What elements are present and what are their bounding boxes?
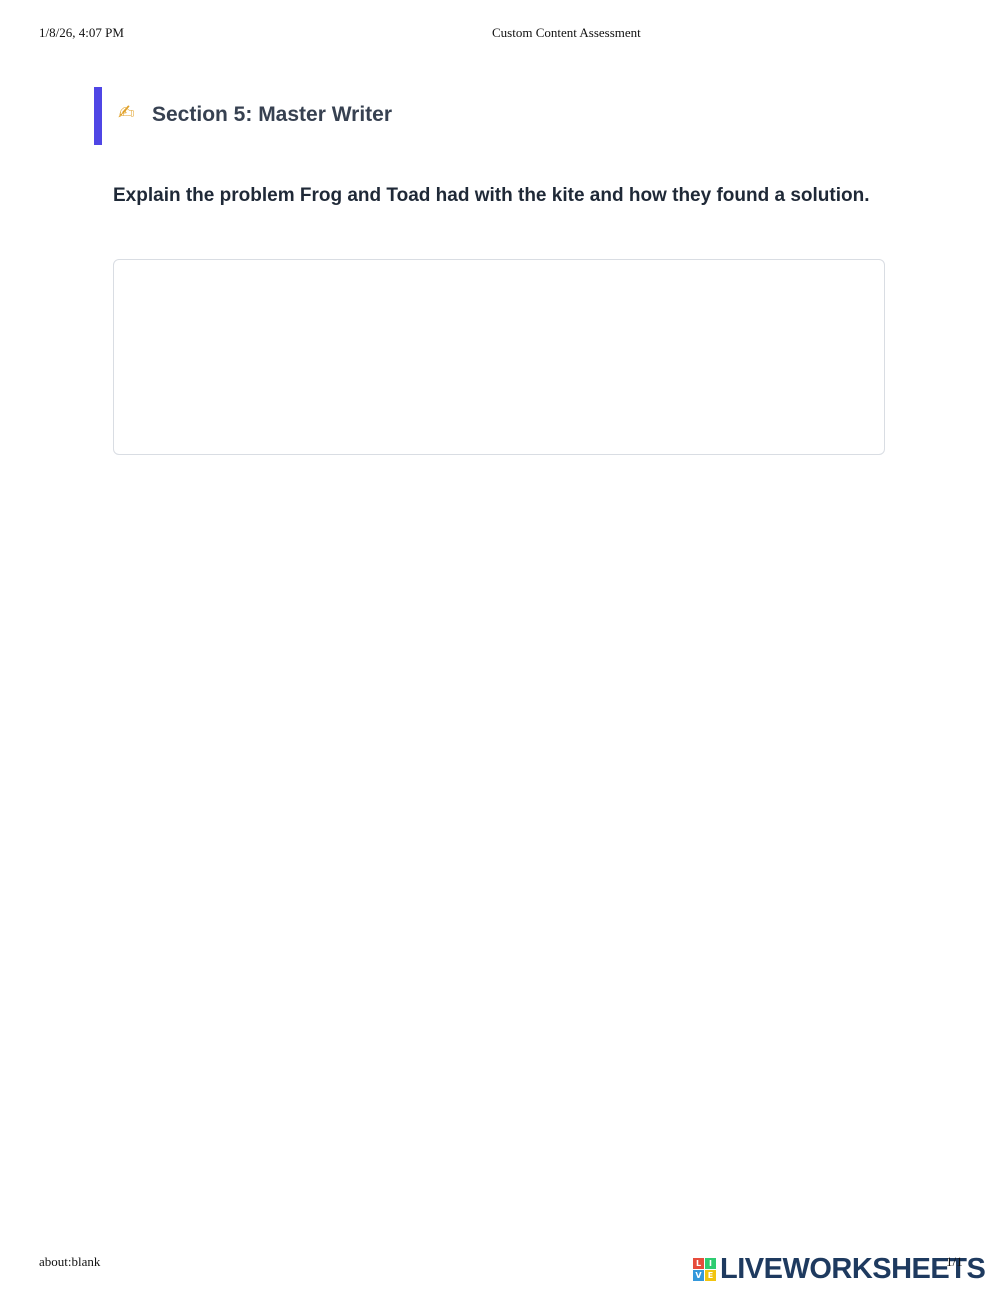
section-accent-bar [94,87,102,145]
print-page-number: 1/1 [946,1254,963,1269]
print-datetime: 1/8/26, 4:07 PM [39,25,124,40]
logo-letter-e: E [705,1269,716,1281]
print-url: about:blank [39,1254,101,1269]
question-prompt: Explain the problem Frog and Toad had wi… [113,185,870,206]
answer-textarea[interactable] [113,259,885,455]
liveworksheets-logo: L I V E LIVEWORKSHEETS [693,1255,986,1284]
logo-letter-l: L [693,1257,704,1269]
section-title: Section 5: Master Writer [152,103,393,126]
writing-hand-icon: ✍ [118,100,135,124]
print-page-title: Custom Content Assessment [492,25,641,40]
logo-letter-i: I [705,1257,716,1269]
section-header: ✍ Section 5: Master Writer [94,87,694,145]
logo-letter-v: V [693,1269,704,1281]
logo-icon: L I V E [693,1257,716,1281]
